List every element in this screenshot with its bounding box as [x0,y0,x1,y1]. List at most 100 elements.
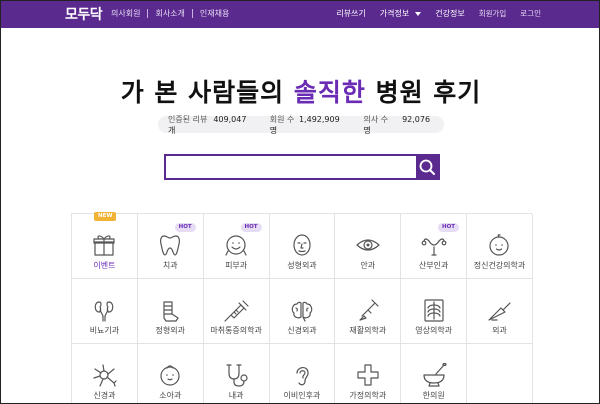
category-label: 소아과 [159,391,182,400]
category-label: 성형외과 [287,261,317,270]
category-kidney[interactable]: 비뇨기과 [72,279,138,344]
nav-write-review[interactable]: 리뷰쓰기 [336,8,365,19]
category-baby-face[interactable]: 정신건강의학과 [467,214,533,279]
hero-title-pre: 가 본 사람들의 [120,78,294,107]
category-scalpel[interactable]: 외과 [467,279,533,344]
search-input[interactable] [166,157,416,180]
category-grid: 이벤트 NEW 치과 HOT 피부과 HOT 성형외과 안과 산부인과 HOT 정신건강의학과비뇨기… [71,212,533,403]
ear-icon [296,367,309,386]
hero-title-post: 병원 후기 [365,78,482,107]
category-child-face[interactable]: 소아과 [138,344,204,403]
stat-members: 회원 수 1,492,909명 [270,114,344,136]
search-button[interactable] [416,156,438,178]
category-cross[interactable]: 가정의학과 [335,344,402,403]
category-label: 외과 [492,326,507,335]
nav-careers[interactable]: 인재채용 [200,8,229,19]
stat-label: 회원 수 [269,114,295,124]
nav-price-info-label: 가격정보 [379,9,410,18]
category-mortar[interactable]: 한의원 [401,344,468,403]
stat-reviews: 인증된 리뷰 409,047개 [168,114,250,136]
site-logo[interactable]: 모두닥 [65,4,103,24]
nav-login[interactable]: 로그인 [520,8,541,19]
grid-empty-cell [467,344,533,403]
top-navigation-bar: 모두닥 의사회원 회사소개 인재채용 리뷰쓰기 가격정보 건강정보 회원가입 로… [1,1,599,28]
category-syringe[interactable]: 마취통증의학과 [203,279,270,344]
stat-label: 인증된 리뷰 [168,114,208,124]
nav-login-label: 로그인 [520,9,541,18]
nav-write-review-label: 리뷰쓰기 [336,9,366,18]
category-label: 정형외과 [155,326,185,335]
chevron-down-icon [415,11,422,16]
category-label: 이벤트 [93,261,116,270]
search-icon [419,159,435,175]
category-label: 신경과 [93,391,116,400]
syringe-icon [224,300,249,322]
hero-title-accent: 솔직한 [293,78,366,107]
hot-badge: HOT [240,223,262,232]
hot-badge: HOT [438,223,460,232]
xray-icon [424,299,444,322]
stat-doctors: 의사 수 92,076명 [363,114,434,136]
category-tooth[interactable]: 치과 HOT [137,214,204,279]
hot-badge: HOT [174,223,196,232]
skin-face-icon [225,235,247,256]
category-crutch[interactable]: 재활의학과 [335,279,402,344]
nav-signup[interactable]: 회원가입 [479,8,507,19]
stethoscope-icon [226,364,248,387]
category-label: 신경외과 [287,326,317,335]
category-cast[interactable]: 정형외과 [137,279,204,344]
nav-health-info[interactable]: 건강정보 [435,8,464,19]
category-label: 재활의학과 [349,326,387,335]
category-gift[interactable]: 이벤트 NEW [72,212,138,279]
nav-company[interactable]: 회사소개 [155,8,184,19]
nav-signup-label: 회원가입 [478,9,507,18]
category-label: 내과 [228,391,244,400]
category-label: 산부인과 [418,261,449,270]
nav-price-info[interactable]: 가격정보 [379,8,422,19]
crutch-icon [359,299,379,321]
category-stethoscope[interactable]: 내과 [204,344,270,403]
category-brain[interactable]: 신경외과 [269,279,336,344]
category-skin-face[interactable]: 피부과 HOT [203,214,270,279]
category-label: 마취통증의학과 [210,326,262,335]
child-face-icon [160,365,180,386]
category-label: 치과 [162,261,178,270]
scalpel-icon [488,302,512,321]
tooth-icon [160,235,181,256]
category-label: 비뇨기과 [89,326,120,335]
baby-face-icon [489,234,510,256]
nav-divider [191,9,193,18]
cast-icon [163,301,179,322]
brain-icon [291,301,313,322]
category-label: 영상의학과 [415,326,453,335]
neuron-icon [93,364,118,387]
gift-icon [93,235,116,256]
category-label: 안과 [360,261,376,270]
stats-bar: 인증된 리뷰 409,047개 회원 수 1,492,909명 의사 수 92,07… [158,114,444,136]
plastic-face-icon [293,234,311,256]
nav-doctor-member[interactable]: 의사회원 [111,8,140,19]
eye-icon [356,239,380,251]
mortar-icon [423,362,447,387]
hero-title: 가 본 사람들의 솔직한 병원 후기 [1,73,599,109]
category-xray[interactable]: 영상의학과 [401,279,468,344]
category-uterus[interactable]: 산부인과 HOT [401,214,468,279]
new-badge: NEW [94,212,117,221]
category-label: 한의원 [422,391,445,400]
category-eye[interactable]: 안과 [335,214,402,279]
category-ear[interactable]: 이비인후과 [270,344,336,403]
category-label: 정신건강의학과 [473,261,526,270]
cross-icon [357,364,379,386]
category-label: 피부과 [225,261,248,270]
stat-label: 의사 수 [363,114,389,124]
right-nav: 리뷰쓰기 가격정보 건강정보 회원가입 로그인 [322,8,541,19]
uterus-icon [421,238,447,256]
category-plastic-face[interactable]: 성형외과 [269,214,336,279]
category-label: 가정의학과 [349,391,387,400]
nav-health-info-label: 건강정보 [435,9,465,18]
nav-divider [147,9,149,18]
category-label: 이비인후과 [283,391,321,400]
page-frame: 모두닥 의사회원 회사소개 인재채용 리뷰쓰기 가격정보 건강정보 회원가입 로… [0,0,600,404]
category-neuron[interactable]: 신경과 [72,344,138,403]
kidney-icon [95,301,114,322]
